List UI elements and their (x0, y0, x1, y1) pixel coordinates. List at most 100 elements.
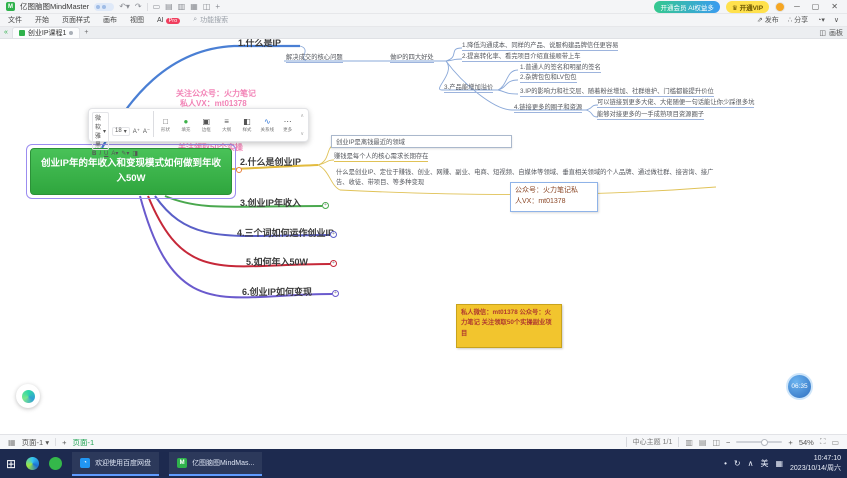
fit-window-icon[interactable]: ◫ (712, 438, 720, 447)
keyboard-icon[interactable]: ▦ (775, 459, 783, 468)
new-tab-button[interactable]: + (84, 29, 88, 36)
contact-note[interactable]: 公众号：火力笔记私 人VX：mt01378 (510, 182, 598, 212)
menu-page-style[interactable]: 页面样式 (62, 15, 90, 25)
mindmap-canvas[interactable]: 关注公众号：火力笔记 私人VX：mt01378 关注领取50个实操 副业项目 创… (0, 39, 847, 434)
print-icon[interactable]: ▦ (190, 3, 198, 11)
subtopic[interactable]: 解决成交的核心问题 (286, 52, 343, 63)
toolbar-nav-arrows[interactable]: ∧∨ (299, 111, 305, 139)
menu-canvas[interactable]: 画布 (103, 15, 117, 25)
font-color-button[interactable]: A▾ (111, 150, 118, 157)
leaf-topic[interactable]: 可以链接到更多大佬、大佬随便一句话能让你少踩很多坑 (597, 97, 754, 108)
topic-500k-per-year[interactable]: 5.如何年入50W (246, 255, 308, 268)
green-app-icon[interactable] (49, 457, 62, 470)
leaf-topic[interactable]: 能够对接更多的一手成熟项目资源圈子 (597, 109, 704, 120)
publish-button[interactable]: ⇗ 发布 (757, 15, 779, 25)
font-size-select[interactable]: 18 ▾ (112, 127, 130, 136)
recording-timer-badge[interactable]: 06:35 (786, 373, 813, 400)
expand-button[interactable]: + (330, 260, 337, 267)
layout-view-icon[interactable]: ▥ (685, 438, 693, 447)
subtopic[interactable]: 做IP的四大好处 (390, 52, 434, 63)
leaf-topic[interactable]: 2.杂牌包包和LV包包 (520, 72, 577, 83)
add-quick-icon[interactable]: + (215, 3, 220, 11)
member-badge[interactable]: 开通会员 AI权益多 (654, 1, 719, 13)
fill-button[interactable]: ●填充 (177, 111, 194, 139)
new-file-icon[interactable]: ▭ (153, 3, 161, 11)
add-page-button[interactable]: + (62, 438, 66, 447)
save-icon[interactable]: ▥ (178, 3, 186, 11)
menu-file[interactable]: 文件 (8, 15, 22, 25)
page-tab-active[interactable]: 页面-1 (72, 437, 94, 448)
tray-icon-sync[interactable]: ↻ (734, 459, 741, 468)
zoom-out-button[interactable]: − (726, 438, 730, 447)
font-increase-button[interactable]: A⁺ (133, 128, 140, 135)
ime-indicator[interactable]: 美 (760, 458, 768, 469)
tab-unsaved-dot[interactable] (69, 31, 73, 35)
start-button[interactable]: ⊞ (6, 458, 16, 470)
taskbar-app1[interactable]: ◔ 欢迎使用百度网盘 (72, 452, 159, 476)
format-painter-button[interactable]: ◨ (132, 150, 138, 157)
relation-line-button[interactable]: ∿关系线 (259, 111, 276, 139)
italic-button[interactable]: I (99, 151, 101, 157)
undo-button[interactable]: ↶▾ (119, 3, 130, 11)
pages-grid-icon[interactable]: ▦ (8, 438, 16, 447)
fullscreen-icon[interactable]: ⛶ (820, 437, 826, 447)
border-button[interactable]: ▣边框 (198, 111, 215, 139)
assistant-button[interactable] (16, 384, 40, 408)
subtopic[interactable]: 4.链接更多的圈子和资源 (514, 102, 582, 113)
zoom-level[interactable]: 54% (799, 438, 814, 447)
shape-button[interactable]: □形状 (157, 111, 174, 139)
zoom-slider-knob[interactable] (761, 439, 768, 446)
expand-button[interactable]: + (332, 290, 339, 297)
wechat-promo-note[interactable]: 私人微信：mt01378 公众号：火力笔记 关注领取50个实操副业项目 (456, 304, 562, 348)
edge-browser-icon[interactable] (26, 457, 39, 470)
font-family-select[interactable]: 微软雅黑 ▾ (92, 112, 109, 150)
style-button[interactable]: ◧样式 (238, 111, 255, 139)
collapse-ribbon-icon[interactable]: ∨ (834, 16, 839, 24)
tray-expand-icon[interactable]: ∧ (748, 459, 754, 468)
subtopic[interactable]: 赚钱是每个人的核心需求长期存在 (334, 151, 428, 162)
leaf-topic[interactable]: 1.降低沟通成本、同样的产品、说服构建品牌信任更容易 (462, 40, 618, 51)
underline-button[interactable]: U (104, 151, 108, 157)
menu-ai[interactable]: AIPro (157, 17, 180, 24)
leaf-topic[interactable]: 2.提高转化率、看完项目介绍直接顺带上车 (462, 51, 581, 62)
bold-button[interactable]: B (92, 151, 96, 157)
minimize-button[interactable]: ─ (791, 2, 803, 11)
export-icon[interactable]: ◫ (203, 3, 211, 11)
page-menu[interactable]: 页面-1 ▾ (22, 437, 50, 448)
outline-view-icon[interactable]: ▤ (699, 438, 707, 447)
vip-button[interactable]: ♛ 开通VIP (726, 1, 769, 13)
subtopic[interactable]: 3.产品能增加溢价 (444, 82, 493, 93)
redo-button[interactable]: ↷ (135, 3, 142, 11)
autosave-toggle[interactable] (94, 3, 114, 11)
menu-home[interactable]: 开始 (35, 15, 49, 25)
system-clock[interactable]: 10:47:10 2023/10/14/周六 (790, 454, 841, 473)
topic-three-words[interactable]: 4.三个词如何运作创业IP (237, 226, 334, 239)
collapse-tabs-icon[interactable]: « (4, 29, 8, 36)
avatar[interactable] (775, 2, 785, 12)
presentation-icon[interactable]: ▭ (831, 438, 839, 447)
more-button[interactable]: ⋯更多 (279, 111, 296, 139)
highlight-button[interactable]: ✎▾ (121, 150, 129, 157)
font-decrease-button[interactable]: A⁻ (143, 128, 150, 135)
topic-ip-annual-income[interactable]: 3.创业IP年收入 (240, 196, 301, 209)
history-button[interactable]: ◔▾ (817, 16, 825, 24)
expand-button[interactable]: + (330, 231, 337, 238)
zoom-slider[interactable] (736, 441, 782, 443)
highlighted-subtopic[interactable]: 创业IP是离钱最近的领域 (331, 135, 512, 148)
outline-button[interactable]: ≡大纲 (218, 111, 235, 139)
taskbar-app2[interactable]: M 亿图脑图MindMas... (169, 452, 262, 476)
board-panel-toggle[interactable]: ◫画板 (819, 28, 843, 38)
topic-what-is-startup-ip[interactable]: 2.什么是创业IP (240, 155, 301, 168)
feature-search-input[interactable]: ⌕功能搜索 (193, 15, 228, 25)
expand-button[interactable]: + (322, 202, 329, 209)
tray-icon-mic[interactable]: • (724, 459, 727, 468)
open-file-icon[interactable]: ▤ (165, 3, 173, 11)
menu-view[interactable]: 视图 (130, 15, 144, 25)
leaf-topic[interactable]: 3.IP的影响力和社交层、随着粉丝增加、社群维护、门槛都能提升价位 (520, 86, 714, 97)
document-tab[interactable]: 创业IP课程1 (12, 27, 81, 38)
share-button[interactable]: ∴ 分享 (788, 15, 808, 25)
maximize-button[interactable]: ▢ (809, 2, 823, 11)
topic-how-to-monetize[interactable]: 6.创业IP如何变现 (242, 285, 312, 298)
close-button[interactable]: ✕ (828, 2, 841, 11)
topic-what-is-ip[interactable]: 1.什么是IP (238, 39, 281, 49)
